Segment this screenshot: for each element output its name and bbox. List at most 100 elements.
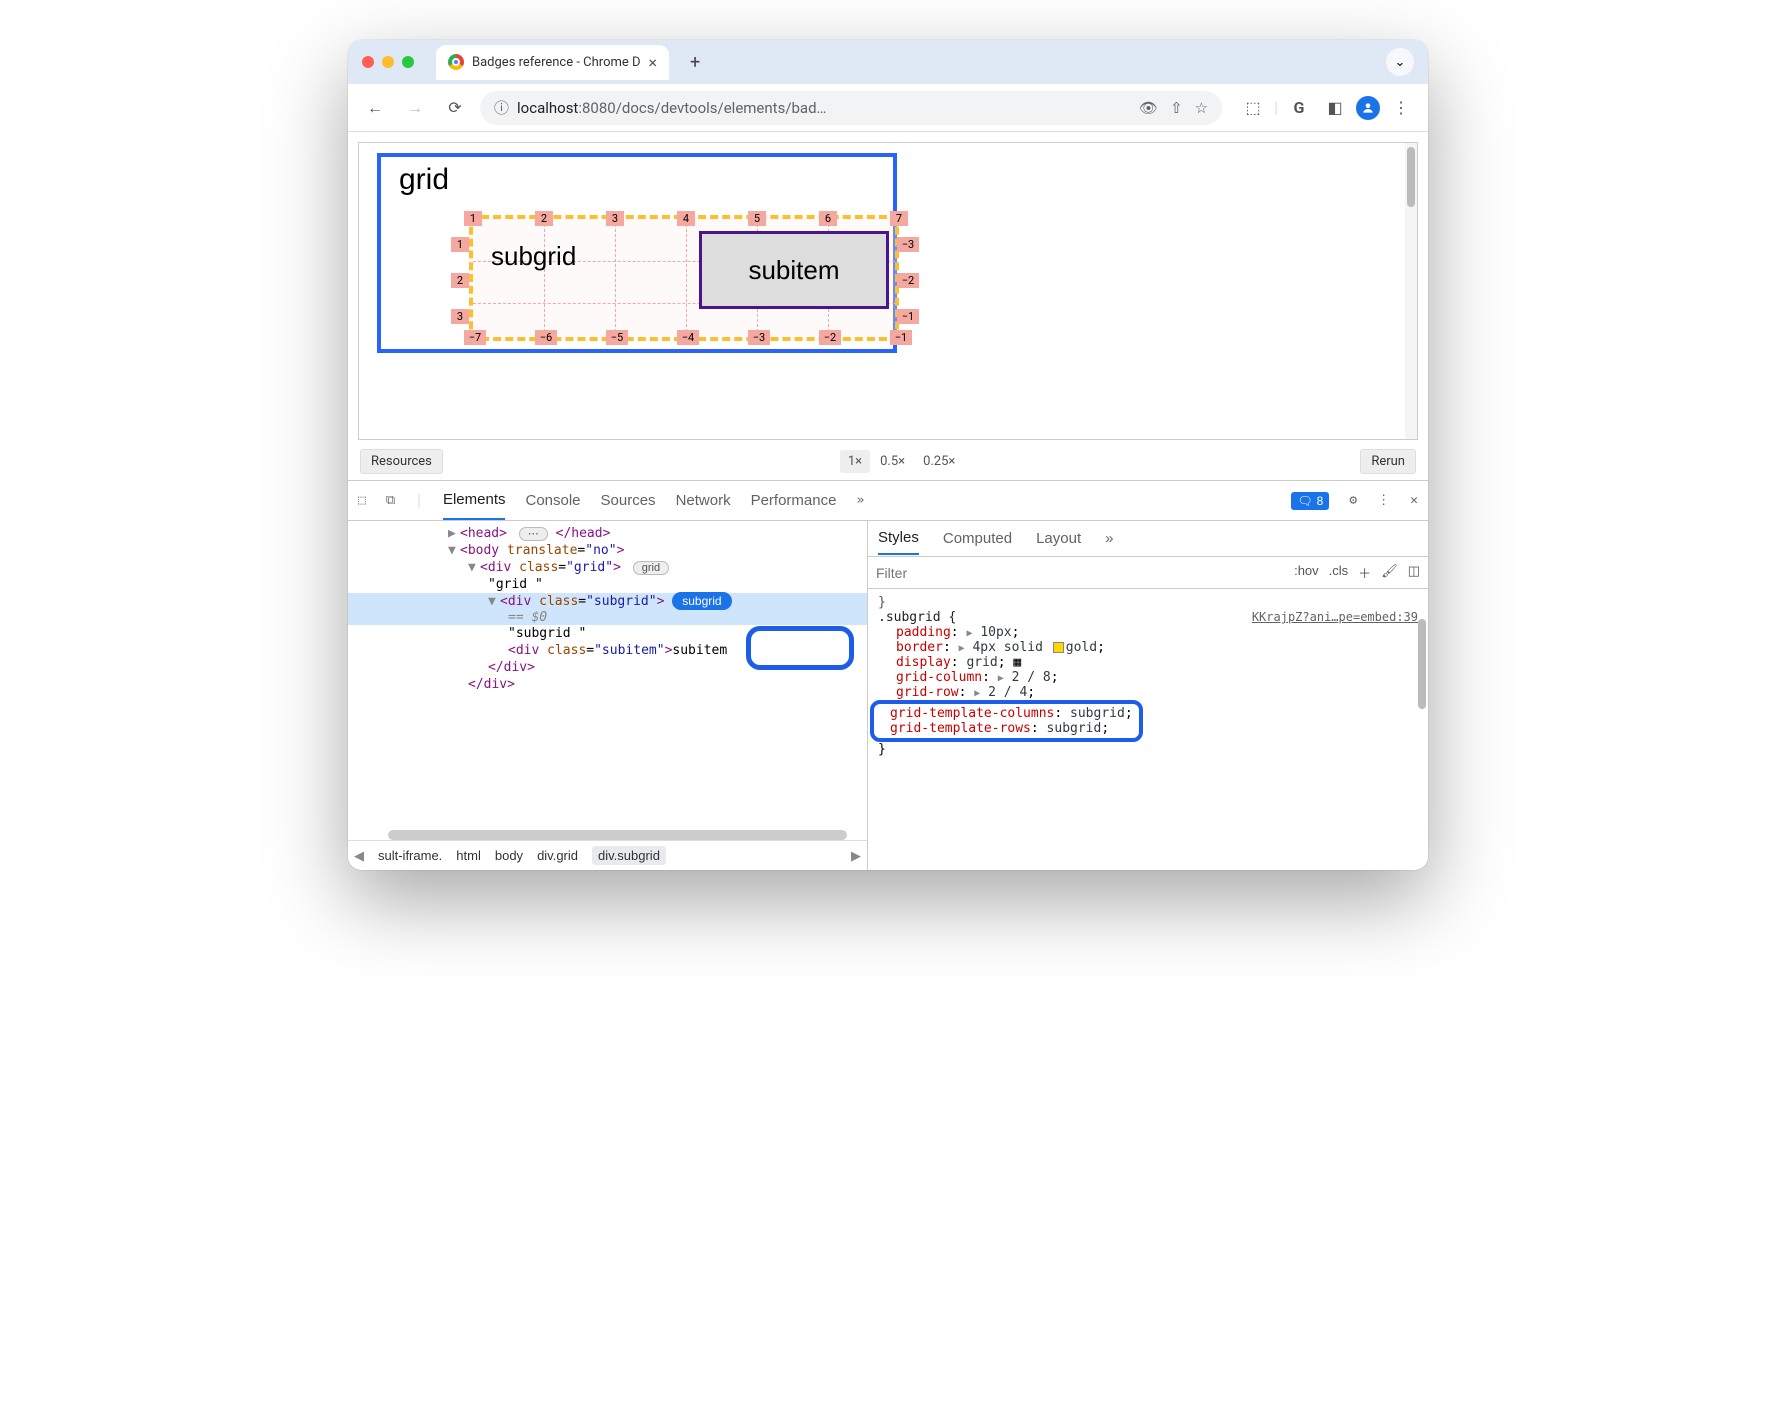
tick: −3 [897, 237, 919, 252]
google-icon[interactable]: G [1284, 93, 1314, 123]
crumb-right-icon[interactable]: ▶ [851, 848, 861, 864]
source-link[interactable]: KKrajpZ?ani…pe=embed:39 [1252, 610, 1418, 624]
toolbar: ← → ⟳ ⓘ localhost:8080/docs/devtools/ele… [348, 84, 1428, 132]
subgrid-badge[interactable]: subgrid [672, 592, 731, 610]
minimize-icon[interactable] [382, 56, 394, 68]
devtools-panel: ⬚ ⧉ | Elements Console Sources Network P… [348, 480, 1428, 870]
tab-title: Badges reference - Chrome D [472, 55, 641, 70]
tick: 3 [606, 211, 624, 226]
tick: 2 [535, 211, 553, 226]
tick: −1 [890, 330, 912, 345]
tick: 1 [464, 211, 482, 226]
forward-button[interactable]: → [400, 93, 430, 123]
maximize-icon[interactable] [402, 56, 414, 68]
subgrid-label: subgrid [491, 241, 576, 272]
tab-network[interactable]: Network [676, 482, 731, 519]
kebab-icon[interactable]: ⋮ [1377, 493, 1390, 508]
reader-icon[interactable]: ◧ [1320, 93, 1350, 123]
tab-elements[interactable]: Elements [443, 481, 506, 520]
issues-badge[interactable]: 🗨 8 [1291, 492, 1329, 510]
star-icon[interactable]: ☆ [1195, 99, 1208, 117]
tick: −7 [464, 330, 486, 345]
tick: 3 [451, 309, 469, 324]
back-button[interactable]: ← [360, 93, 390, 123]
demo-canvas: grid subgrid subitem 1 2 3 4 [358, 142, 1418, 440]
url-port: :8080 [578, 99, 615, 117]
scale-1x[interactable]: 1× [840, 450, 870, 473]
browser-tab[interactable]: Badges reference - Chrome D × [436, 45, 669, 80]
tab-close-icon[interactable]: × [649, 53, 658, 72]
close-icon[interactable] [362, 56, 374, 68]
devtools-tabs: ⬚ ⧉ | Elements Console Sources Network P… [348, 481, 1428, 521]
tab-sources[interactable]: Sources [601, 482, 656, 519]
tick: −2 [819, 330, 841, 345]
tab-styles[interactable]: Styles [878, 522, 919, 555]
traffic-lights [362, 56, 414, 68]
styles-scrollbar[interactable] [1416, 589, 1428, 870]
share-icon[interactable]: ⇧ [1170, 99, 1183, 117]
hov-button[interactable]: :hov [1294, 563, 1319, 582]
dom-h-scrollbar[interactable] [388, 830, 847, 840]
new-tab-button[interactable]: + [681, 48, 709, 76]
paint-icon[interactable]: 🖌 [1381, 563, 1398, 582]
tick: 1 [451, 237, 469, 252]
extensions-icon[interactable]: ⬚ [1238, 93, 1268, 123]
tick: −5 [606, 330, 628, 345]
viewport-scrollbar[interactable] [1405, 143, 1417, 439]
tab-computed[interactable]: Computed [943, 523, 1012, 554]
tab-console[interactable]: Console [525, 482, 580, 519]
close-devtools-icon[interactable]: ✕ [1410, 493, 1418, 508]
tick: 6 [819, 211, 837, 226]
eye-off-icon[interactable]: 👁 [1139, 99, 1158, 117]
inspect-icon[interactable]: ⬚ [358, 493, 366, 508]
styles-more-icon[interactable]: » [1105, 530, 1113, 547]
tick: −2 [897, 273, 919, 288]
device-icon[interactable]: ⧉ [386, 493, 395, 508]
color-swatch[interactable] [1053, 642, 1064, 653]
address-bar[interactable]: ⓘ localhost:8080/docs/devtools/elements/… [480, 91, 1222, 125]
profile-avatar[interactable] [1356, 96, 1380, 120]
styles-panel: Styles Computed Layout » :hov .cls ＋ 🖌 ◫ [868, 521, 1428, 870]
cls-button[interactable]: .cls [1329, 563, 1349, 582]
styles-filter-input[interactable] [876, 565, 1286, 581]
crumb-html[interactable]: html [456, 848, 481, 863]
info-icon[interactable]: ⓘ [494, 97, 509, 118]
tab-overflow-button[interactable]: ⌄ [1386, 48, 1414, 76]
crumb-iframe[interactable]: sult-iframe. [378, 848, 442, 863]
url-path: /docs/devtools/elements/bad… [616, 99, 827, 117]
tab-performance[interactable]: Performance [751, 482, 837, 519]
crumb-grid[interactable]: div.grid [537, 848, 578, 863]
subgrid-overlay: subgrid subitem 1 2 3 4 5 6 7 −7 −6 −5 −… [469, 215, 899, 341]
toolbar-icons: ⬚ | G ◧ ⋮ [1238, 93, 1416, 123]
tab-layout[interactable]: Layout [1036, 523, 1081, 554]
dom-tree[interactable]: ▶<head> ⋯ </head> ▼<body translate="no">… [348, 521, 868, 870]
crumb-left-icon[interactable]: ◀ [354, 848, 364, 864]
styles-rules[interactable]: } KKrajpZ?ani…pe=embed:39 .subgrid { pad… [868, 589, 1428, 870]
breadcrumbs: ◀ sult-iframe. html body div.grid div.su… [348, 840, 867, 870]
tick: 7 [890, 211, 908, 226]
new-rule-icon[interactable]: ＋ [1358, 563, 1371, 582]
styles-filter-bar: :hov .cls ＋ 🖌 ◫ [868, 557, 1428, 589]
resources-button[interactable]: Resources [360, 449, 443, 474]
demo-bottombar: Resources 1× 0.5× 0.25× Rerun [360, 449, 1416, 474]
grid-label: grid [399, 163, 449, 197]
settings-icon[interactable]: ⚙ [1349, 493, 1357, 508]
tick: −3 [748, 330, 770, 345]
grid-editor-icon[interactable]: ▦ [1013, 655, 1021, 670]
grid-badge[interactable]: grid [633, 561, 669, 575]
tick: 2 [451, 273, 469, 288]
selected-dom-line[interactable]: ▼<div class="subgrid"> subgrid [348, 593, 867, 610]
grid-overlay: grid subgrid subitem 1 2 3 4 [377, 153, 897, 353]
reload-button[interactable]: ⟳ [440, 93, 470, 123]
url-host: localhost [517, 99, 578, 117]
crumb-body[interactable]: body [495, 848, 523, 863]
crumb-subgrid[interactable]: div.subgrid [592, 846, 666, 865]
panel-icon[interactable]: ◫ [1408, 563, 1420, 582]
rerun-button[interactable]: Rerun [1360, 449, 1416, 474]
scale-025x[interactable]: 0.25× [915, 450, 963, 473]
tick: −4 [677, 330, 699, 345]
eq0-marker: == $0 [348, 610, 867, 625]
menu-icon[interactable]: ⋮ [1386, 93, 1416, 123]
scale-05x[interactable]: 0.5× [872, 450, 913, 473]
tabs-more-icon[interactable]: » [856, 493, 864, 508]
